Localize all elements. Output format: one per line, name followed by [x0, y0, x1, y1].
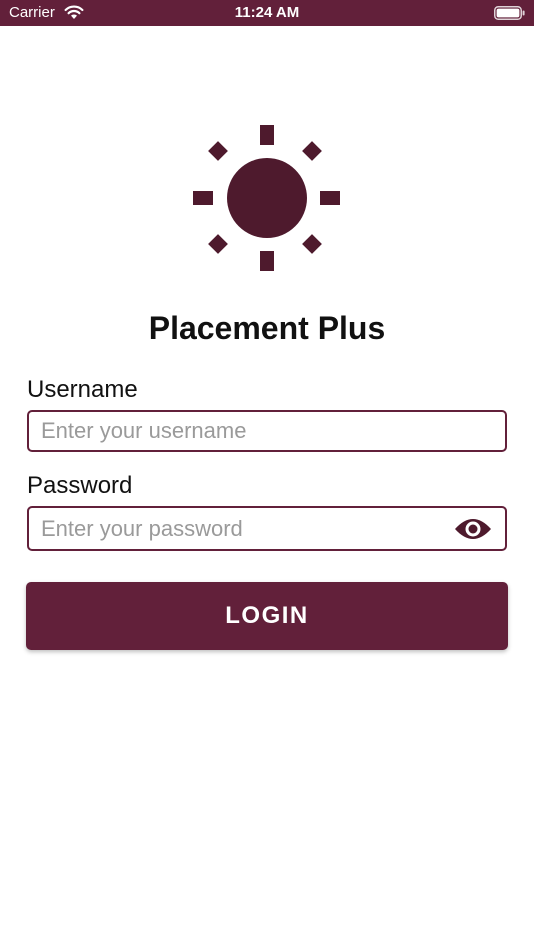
username-label: Username: [27, 376, 138, 403]
status-bar: Carrier 11:24 AM: [0, 0, 534, 26]
clock: 11:24 AM: [234, 4, 300, 21]
password-label: Password: [27, 472, 133, 499]
username-input[interactable]: [41, 412, 451, 450]
app-title: Placement Plus: [148, 310, 386, 346]
login-screen: Carrier 11:24 AM Placement Plus Username: [0, 0, 534, 950]
eye-icon[interactable]: [454, 516, 492, 542]
sun-icon: [193, 125, 340, 271]
login-button[interactable]: LOGIN: [26, 582, 508, 650]
password-input[interactable]: [41, 508, 451, 549]
username-field-container: [27, 410, 507, 452]
battery-icon: [494, 6, 525, 20]
password-field-container: [27, 506, 507, 551]
